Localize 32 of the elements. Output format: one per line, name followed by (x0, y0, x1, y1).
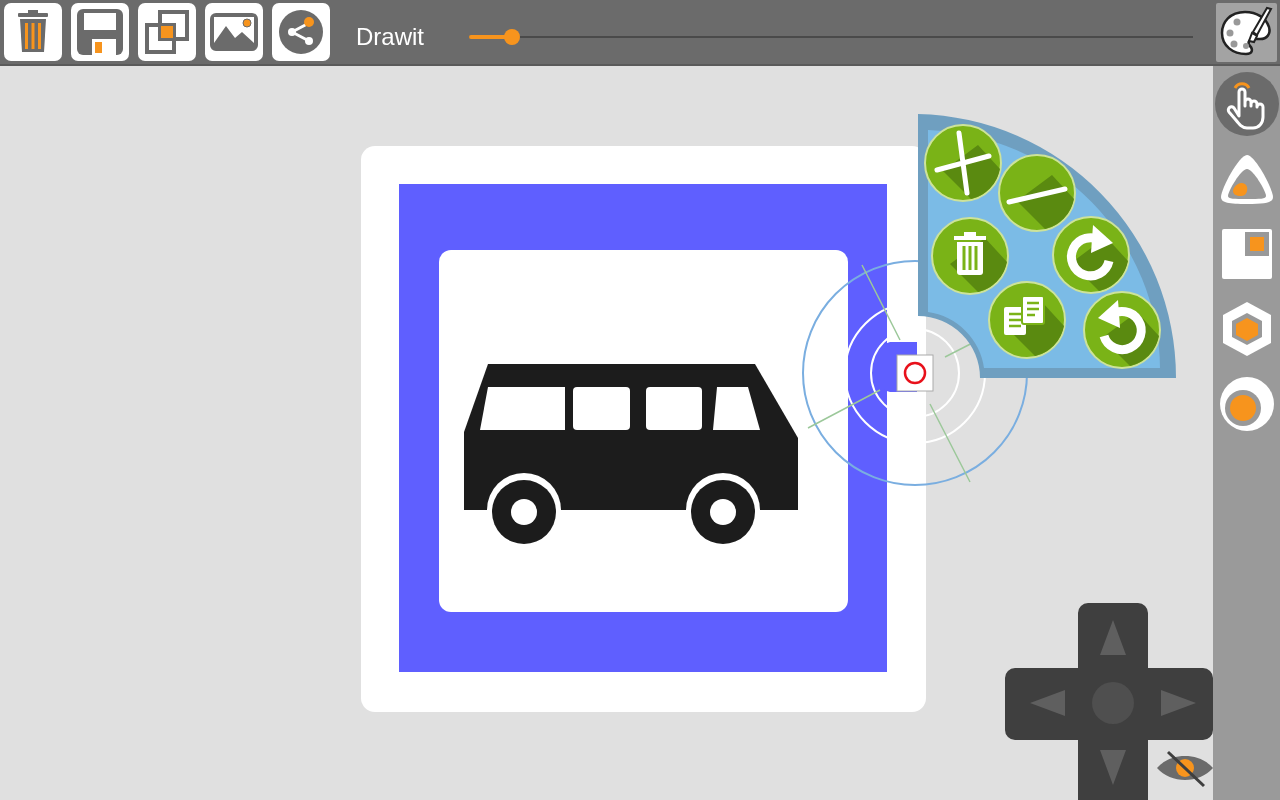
palette-button[interactable] (1216, 2, 1277, 62)
image-icon (209, 11, 259, 52)
undo-button[interactable] (1083, 291, 1161, 369)
selection-handle[interactable] (896, 354, 934, 392)
direction-pad[interactable] (1005, 603, 1213, 800)
delete-shape-button[interactable] (931, 217, 1009, 295)
circle-icon (1218, 376, 1275, 432)
add-button[interactable] (924, 124, 1002, 202)
delete-button[interactable] (4, 2, 62, 61)
slider-thumb[interactable] (504, 29, 521, 45)
overlapping-squares-icon (144, 8, 190, 55)
image-button[interactable] (205, 2, 263, 61)
trash-icon (16, 9, 50, 54)
save-button[interactable] (71, 2, 129, 61)
square-icon (1220, 228, 1273, 280)
trash-icon (954, 232, 986, 275)
rounded-triangle-icon (1218, 153, 1275, 205)
redo-button[interactable] (1052, 216, 1130, 294)
share-icon (278, 8, 324, 55)
subtract-button[interactable] (998, 154, 1076, 232)
clockwise-arrow-icon (1067, 225, 1114, 281)
app-title: Drawit (356, 23, 424, 51)
layers-button[interactable] (138, 2, 196, 61)
duplicate-button[interactable] (988, 281, 1066, 359)
palette-icon (1218, 6, 1275, 58)
hidden-eye-icon[interactable] (1157, 750, 1213, 788)
hexagon-icon (1221, 301, 1272, 357)
counterclockwise-arrow-icon (1098, 300, 1146, 354)
share-button[interactable] (272, 2, 330, 61)
minus-icon (1006, 186, 1068, 205)
copy-icon (1004, 295, 1045, 335)
plus-icon (934, 130, 992, 196)
